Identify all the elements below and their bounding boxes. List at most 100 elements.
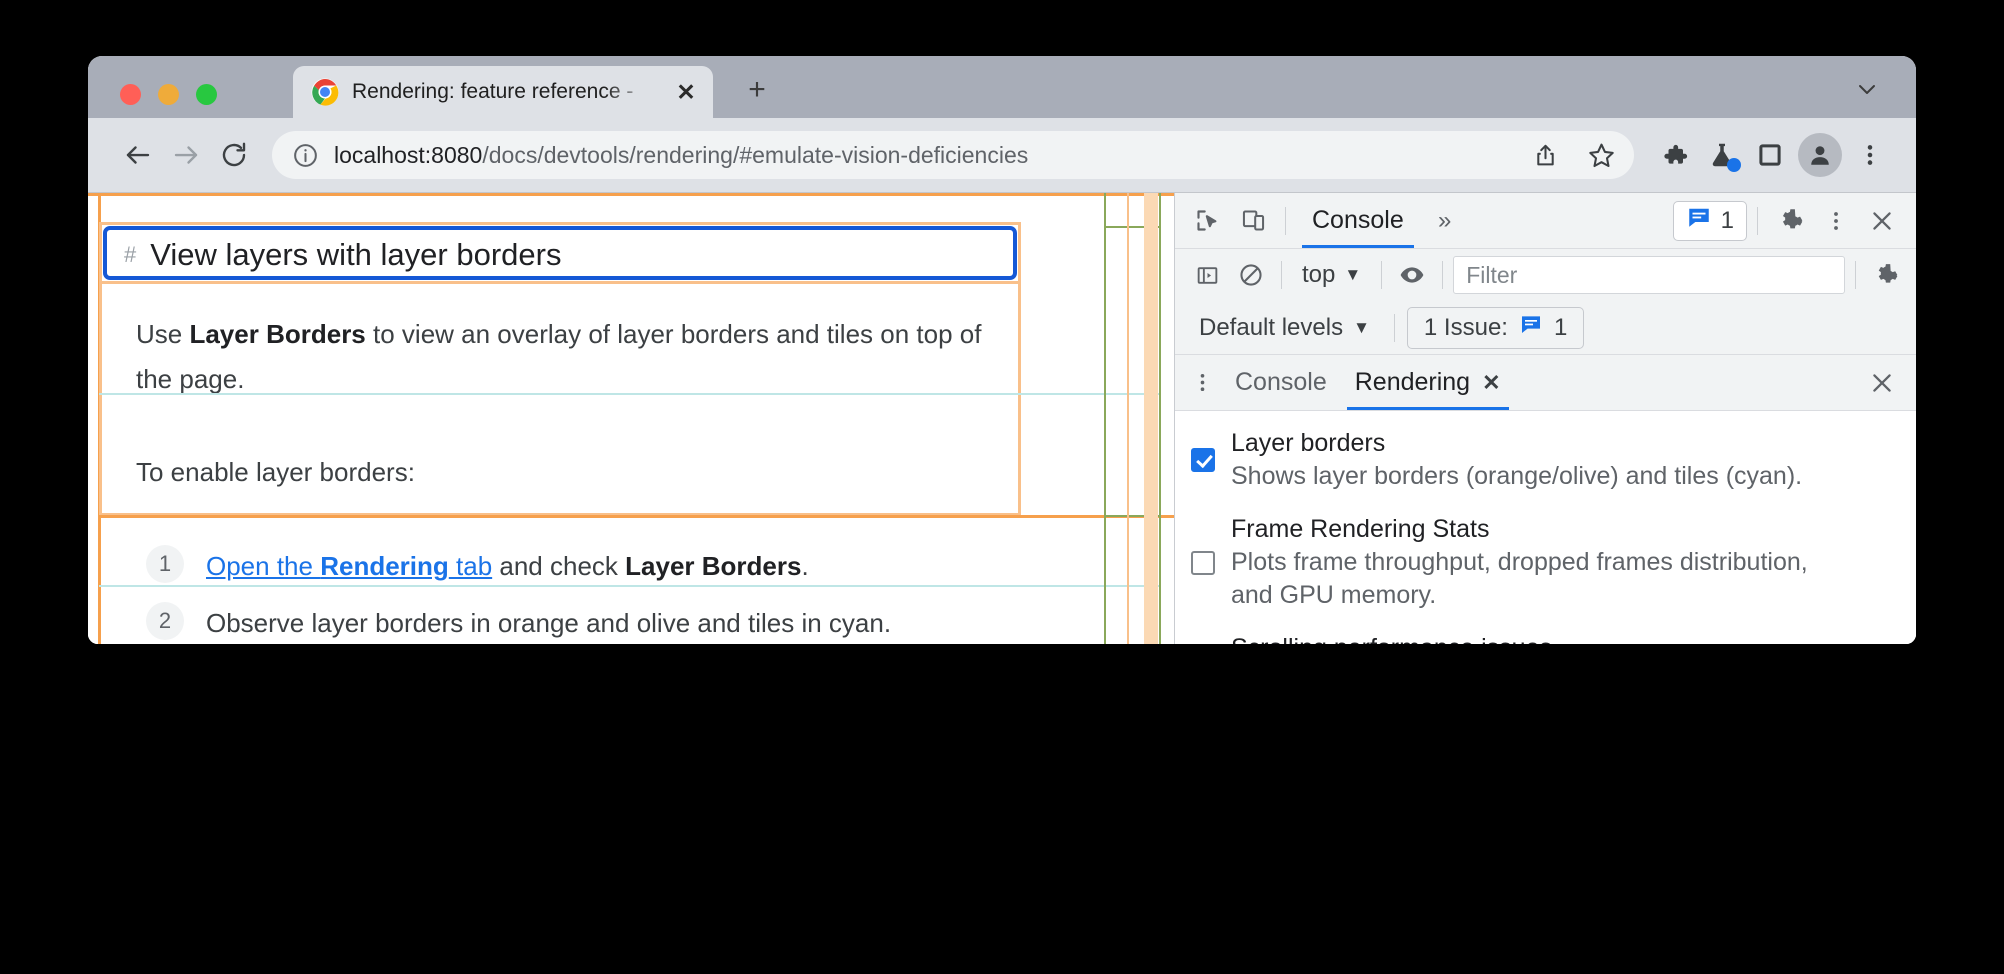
browser-tab-active[interactable]: Rendering: feature reference - ✕ [293, 66, 713, 118]
list-item-number: 1 [146, 545, 184, 583]
chevron-down-icon: ▼ [1353, 317, 1370, 337]
browser-window: Rendering: feature reference - ✕ + local… [88, 56, 1916, 644]
issue-counter-label: 1 Issue: [1423, 313, 1508, 341]
drawer-tab-label: Rendering [1354, 368, 1471, 396]
drawer-tab-rendering[interactable]: Rendering ✕ [1341, 355, 1515, 410]
levels-divider [1393, 313, 1395, 342]
paragraph-intro: Use Layer Borders to view an overlay of … [136, 312, 996, 402]
address-bar[interactable]: localhost:8080/docs/devtools/rendering/#… [272, 131, 1634, 179]
context-value: top [1302, 261, 1336, 288]
chevron-down-icon[interactable] [1850, 72, 1884, 106]
page-document: # View layers with layer borders Use Lay… [98, 195, 1174, 644]
extensions-puzzle-icon[interactable] [1650, 131, 1698, 179]
drawer-tab-console[interactable]: Console [1221, 355, 1341, 410]
page-viewport: # View layers with layer borders Use Lay… [88, 193, 1174, 644]
console-sidebar-toggle-icon[interactable] [1187, 255, 1227, 295]
filter-placeholder: Filter [1466, 261, 1518, 288]
inspect-element-icon[interactable] [1185, 199, 1229, 243]
rendering-options-panel: Layer borders Shows layer borders (orang… [1175, 411, 1916, 644]
url-path: /docs/devtools/rendering/#emulate-vision… [482, 141, 1029, 168]
new-tab-button[interactable]: + [740, 73, 774, 107]
maximize-window-button[interactable] [196, 84, 217, 105]
issue-message-icon [1519, 312, 1543, 343]
frame-rendering-stats-checkbox[interactable] [1191, 550, 1215, 575]
console-settings-gear-icon[interactable] [1866, 255, 1906, 295]
option-description: Plots frame throughput, dropped frames d… [1231, 548, 1808, 609]
list-item-text: Open the Rendering tab and check Layer B… [206, 545, 809, 586]
profile-avatar[interactable] [1798, 133, 1842, 177]
browser-toolbar: localhost:8080/docs/devtools/rendering/#… [88, 118, 1916, 192]
tab-strip: Rendering: feature reference - ✕ + [88, 56, 1916, 118]
link-post: tab [448, 551, 493, 581]
issues-badge-button[interactable]: 1 [1672, 200, 1747, 241]
after-pre: and check [492, 551, 626, 581]
rendering-tab-link[interactable]: Open the Rendering tab [206, 551, 492, 581]
clear-console-icon[interactable] [1231, 255, 1271, 295]
side-panel-icon[interactable] [1746, 131, 1794, 179]
para1-bold: Layer Borders [189, 319, 366, 349]
console-context-selector[interactable]: top ▼ [1292, 256, 1371, 294]
minimize-window-button[interactable] [158, 84, 179, 105]
chrome-logo-icon [311, 78, 339, 106]
browser-menu-kebab-icon[interactable] [1846, 131, 1894, 179]
rendering-option-scrolling-performance-issues[interactable]: Scrolling performance issues Highlights … [1191, 632, 1898, 644]
list-item: 2 Observe layer borders in orange and ol… [146, 602, 1026, 643]
toolbar-divider [1757, 206, 1758, 235]
site-info-icon[interactable] [290, 140, 320, 170]
option-description: Shows layer borders (orange/olive) and t… [1231, 462, 1803, 490]
filter-divider [1281, 261, 1282, 289]
layer-borders-checkbox[interactable] [1191, 448, 1215, 472]
link-pre: Open the [206, 551, 321, 581]
page-heading: # View layers with layer borders [110, 229, 1030, 281]
drawer-tab-label: Console [1235, 368, 1327, 396]
filter-divider [1442, 261, 1444, 289]
console-log-levels-selector[interactable]: Default levels ▼ [1187, 308, 1382, 348]
experiments-badge-dot [1727, 158, 1741, 172]
list-item-number: 2 [146, 602, 184, 640]
close-window-button[interactable] [120, 84, 141, 105]
drawer-close-button[interactable] [1860, 361, 1904, 405]
chevron-down-icon: ▼ [1344, 265, 1362, 284]
paragraph-enable: To enable layer borders: [136, 457, 415, 487]
rendering-option-layer-borders[interactable]: Layer borders Shows layer borders (orang… [1191, 427, 1898, 493]
reload-button[interactable] [210, 131, 258, 179]
levels-label: Default levels [1199, 313, 1344, 341]
more-tabs-chevron-icon[interactable]: » [1422, 199, 1468, 243]
content-region: # View layers with layer borders Use Lay… [88, 192, 1916, 644]
drawer-tab-close-icon[interactable]: ✕ [1482, 370, 1500, 396]
devtools-close-button[interactable] [1860, 199, 1904, 243]
console-filter-input[interactable]: Filter [1453, 256, 1845, 294]
list-item-text: Observe layer borders in orange and oliv… [206, 608, 892, 638]
option-texts: Layer borders Shows layer borders (orang… [1231, 427, 1802, 493]
filter-divider [1855, 261, 1856, 289]
devtools-panel: Console » 1 top ▼ Filter Default levels … [1174, 193, 1916, 644]
experiments-flask-icon[interactable] [1698, 131, 1746, 179]
bookmark-star-icon[interactable] [1580, 134, 1622, 176]
scrollbar-layer-strip[interactable] [1144, 193, 1158, 644]
tab-title: Rendering: feature reference - [352, 80, 634, 103]
option-title: Layer borders [1231, 429, 1386, 457]
devtools-settings-gear-icon[interactable] [1768, 199, 1812, 243]
drawer-menu-kebab-icon[interactable] [1183, 361, 1221, 405]
devtools-menu-kebab-icon[interactable] [1814, 199, 1858, 243]
back-button[interactable] [114, 131, 162, 179]
devtools-tab-console[interactable]: Console [1296, 194, 1420, 248]
list-item: 1 Open the Rendering tab and check Layer… [146, 545, 1026, 586]
rendering-option-frame-rendering-stats[interactable]: Frame Rendering Stats Plots frame throug… [1191, 513, 1898, 612]
drawer-tab-bar: Console Rendering ✕ [1175, 355, 1916, 411]
issue-message-icon [1686, 204, 1712, 237]
heading-anchor-hash[interactable]: # [124, 242, 136, 268]
option-texts: Scrolling performance issues Highlights … [1231, 632, 1851, 644]
issue-counter-button[interactable]: 1 Issue: 1 [1406, 306, 1585, 349]
share-icon[interactable] [1524, 134, 1566, 176]
forward-button[interactable] [162, 131, 210, 179]
issues-count: 1 [1720, 206, 1734, 234]
after-bold: Layer Borders [625, 551, 802, 581]
tab-close-button[interactable]: ✕ [673, 79, 699, 105]
live-expression-eye-icon[interactable] [1392, 255, 1432, 295]
address-bar-url: localhost:8080/docs/devtools/rendering/#… [334, 142, 1510, 169]
toolbar-divider [1285, 206, 1286, 235]
device-toolbar-icon[interactable] [1231, 199, 1275, 243]
after-post: . [801, 551, 809, 581]
option-title: Scrolling performance issues [1231, 632, 1851, 644]
